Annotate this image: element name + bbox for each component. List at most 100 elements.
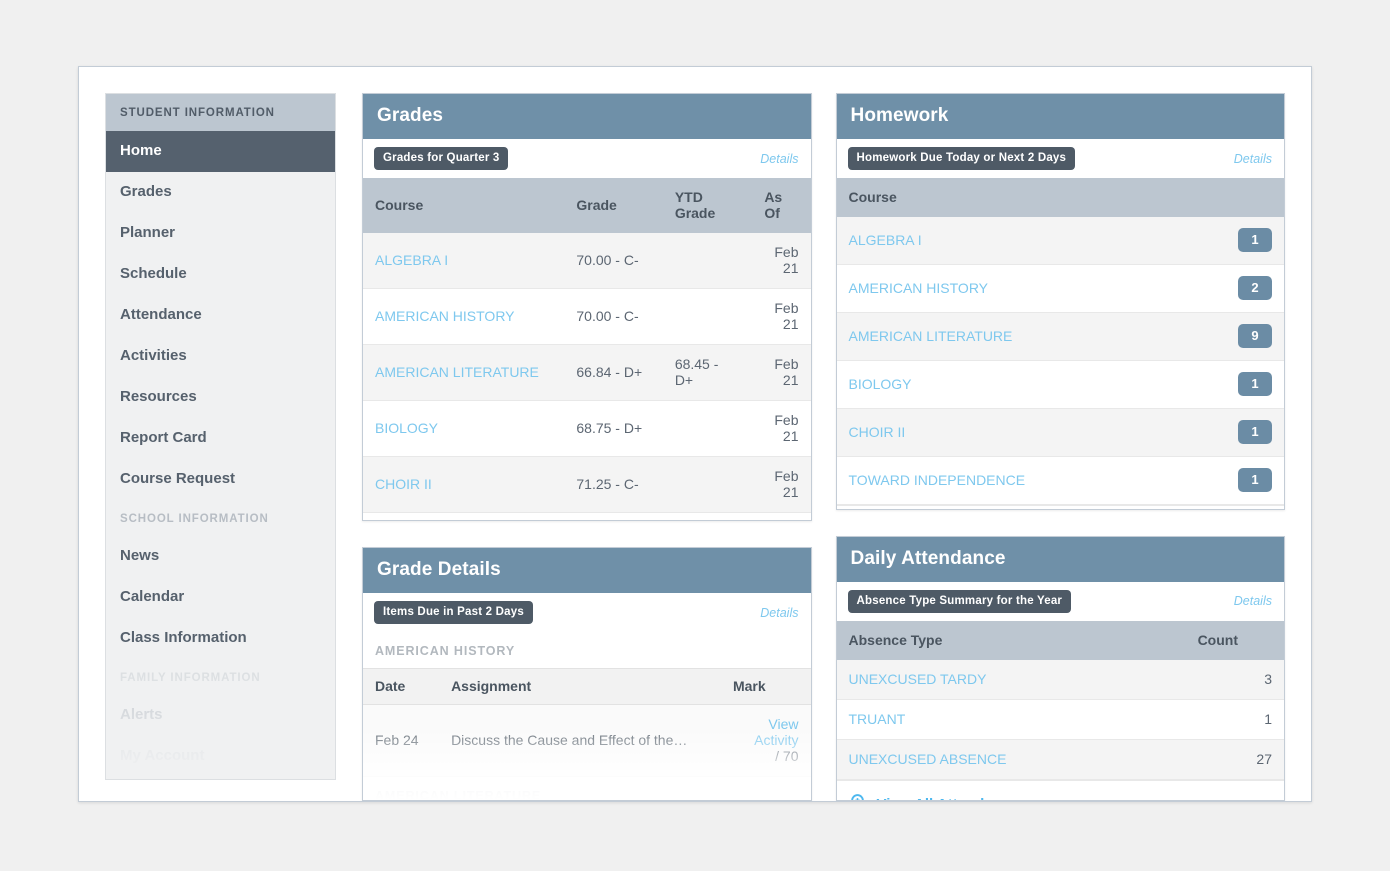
grade-details-details-link[interactable]: Details xyxy=(760,606,798,620)
sidebar-item-alerts[interactable]: Alerts xyxy=(106,695,335,736)
grades-ytd-value xyxy=(663,401,753,457)
sidebar-item-label: Grades xyxy=(120,183,172,200)
table-row[interactable]: BIOLOGY 1 xyxy=(836,360,1284,409)
sidebar: STUDENT INFORMATION Home Grades Planner … xyxy=(105,93,336,780)
grade-details-panel: Grade Details Items Due in Past 2 Days D… xyxy=(362,547,812,801)
sidebar-item-student-contacts[interactable]: Student Contacts xyxy=(106,777,335,779)
grades-course-link[interactable]: BIOLOGY xyxy=(363,401,564,457)
homework-panel: Homework Homework Due Today or Next 2 Da… xyxy=(835,93,1285,510)
grades-grade-value: 66.84 - D+ xyxy=(576,364,643,380)
sidebar-item-label: Alerts xyxy=(120,706,163,723)
sidebar-item-course-request[interactable]: Course Request xyxy=(106,459,335,500)
grades-course-link[interactable]: CHOIR II xyxy=(363,457,564,513)
sidebar-item-schedule[interactable]: Schedule xyxy=(106,254,335,295)
view-all-attendance-label: View All Attendance xyxy=(877,796,1019,800)
attendance-table-header-row: Absence Type Count xyxy=(836,620,1284,660)
attendance-panel-subheader: Absence Type Summary for the Year Detail… xyxy=(836,581,1284,621)
attendance-table: Absence Type Count UNEXCUSED TARDY 3 TRU… xyxy=(836,620,1284,780)
grade-details-group-label: AMERICAN HISTORY xyxy=(363,632,811,669)
grades-as-of-value: Feb 21 xyxy=(774,412,799,444)
sidebar-section-student-information: STUDENT INFORMATION xyxy=(106,94,335,131)
homework-panel-subheader: Homework Due Today or Next 2 Days Detail… xyxy=(836,139,1284,178)
sidebar-item-attendance[interactable]: Attendance xyxy=(106,295,335,336)
view-activity-link[interactable]: View Activity xyxy=(754,716,798,748)
grade-details-table-american-history: Date Assignment Mark Feb 24 Discuss the … xyxy=(363,668,811,777)
table-row[interactable]: AMERICAN HISTORY 2 xyxy=(836,264,1284,313)
homework-count-cell: 2 xyxy=(1186,265,1284,313)
homework-course-link[interactable]: BIOLOGY xyxy=(837,361,1186,409)
sidebar-item-label: Class Information xyxy=(120,629,247,646)
grade-details-col-assignment: Assignment xyxy=(439,668,721,706)
grades-ytd-value xyxy=(663,513,753,521)
grades-course-link[interactable]: ALGEBRA I xyxy=(363,233,564,289)
grades-col-grade: Grade xyxy=(564,178,663,233)
grades-ytd-value xyxy=(663,289,753,345)
homework-course-link[interactable]: AMERICAN LITERATURE xyxy=(837,313,1186,361)
homework-filter-chip[interactable]: Homework Due Today or Next 2 Days xyxy=(847,147,1076,170)
table-row[interactable]: AMERICAN HISTORY 70.00 - C- Feb 21 xyxy=(363,288,811,345)
grades-details-link[interactable]: Details xyxy=(760,152,798,166)
grades-grade-value: 71.25 - C- xyxy=(576,476,639,492)
sidebar-item-label: Activities xyxy=(120,347,187,364)
attendance-type-link[interactable]: TRUANT xyxy=(837,699,1186,739)
grades-col-ytd-grade: YTD Grade xyxy=(662,178,753,233)
grades-course-link[interactable]: AMERICAN LITERATURE xyxy=(363,345,564,401)
homework-count-badge: 9 xyxy=(1238,324,1272,348)
view-all-homework-button[interactable]: View All Homework xyxy=(836,505,1284,509)
grades-panel: Grades Grades for Quarter 3 Details Cour… xyxy=(362,93,812,522)
sidebar-item-report-card[interactable]: Report Card xyxy=(106,418,335,459)
table-row[interactable]: AMERICAN LITERATURE 9 xyxy=(836,312,1284,361)
grades-as-of-value: Feb 21 xyxy=(774,356,799,388)
table-row[interactable]: UNEXCUSED ABSENCE 27 xyxy=(836,739,1284,780)
attendance-filter-chip[interactable]: Absence Type Summary for the Year xyxy=(847,589,1072,613)
table-row[interactable]: ALGEBRA I 1 xyxy=(836,217,1284,265)
attendance-type-link[interactable]: UNEXCUSED TARDY xyxy=(837,660,1186,700)
sidebar-item-activities[interactable]: Activities xyxy=(106,336,335,377)
attendance-col-count: Count xyxy=(1185,620,1284,660)
grade-details-scroll-area[interactable]: AMERICAN HISTORY Date Assignment Mark Fe… xyxy=(363,632,811,801)
sidebar-item-news[interactable]: News xyxy=(106,536,335,577)
sidebar-item-home[interactable]: Home xyxy=(106,131,335,172)
grades-col-as-of: As Of xyxy=(752,178,811,233)
daily-attendance-panel: Daily Attendance Absence Type Summary fo… xyxy=(835,535,1285,801)
sidebar-item-my-account[interactable]: My Account xyxy=(106,736,335,777)
table-row[interactable]: TRUANT 1 xyxy=(836,699,1284,740)
table-row[interactable]: AMERICAN LITERATURE 66.84 - D+ 68.45 - D… xyxy=(363,344,811,401)
grade-details-filter-chip[interactable]: Items Due in Past 2 Days xyxy=(374,601,533,625)
sidebar-item-class-information[interactable]: Class Information xyxy=(106,618,335,659)
homework-count-cell: 9 xyxy=(1186,313,1284,361)
grades-course-link[interactable]: AMERICAN HISTORY xyxy=(363,289,564,345)
table-row[interactable]: CHOIR II 71.25 - C- Feb 21 xyxy=(363,456,811,513)
view-all-attendance-button[interactable]: View All Attendance xyxy=(836,779,1284,800)
attendance-type-link[interactable]: UNEXCUSED ABSENCE xyxy=(837,739,1186,779)
table-row[interactable]: UNEXCUSED TARDY 3 xyxy=(836,659,1284,700)
homework-course-link[interactable]: AMERICAN HISTORY xyxy=(837,265,1186,313)
homework-course-link[interactable]: ALGEBRA I xyxy=(837,217,1186,265)
sidebar-item-planner[interactable]: Planner xyxy=(106,213,335,254)
table-row[interactable]: Feb 24 Discuss the Cause and Effect of t… xyxy=(363,704,811,777)
sidebar-item-label: Home xyxy=(120,142,162,159)
sidebar-item-resources[interactable]: Resources xyxy=(106,377,335,418)
homework-count-cell: 1 xyxy=(1186,217,1284,265)
sidebar-item-calendar[interactable]: Calendar xyxy=(106,577,335,618)
sidebar-item-grades[interactable]: Grades xyxy=(106,172,335,213)
sidebar-item-label: Planner xyxy=(120,224,176,241)
table-row[interactable]: ALGEBRA I 70.00 - C- Feb 21 xyxy=(363,233,811,289)
grades-as-of-value: Feb 21 xyxy=(774,244,799,276)
table-row[interactable]: TOWARD INDEPENDENCE 1 xyxy=(836,456,1284,505)
grade-details-mark-cell: View Activity / 70 xyxy=(721,705,811,777)
homework-course-link[interactable]: TOWARD INDEPENDENCE xyxy=(837,457,1186,505)
grades-grade-value: 70.00 - C- xyxy=(576,252,639,268)
homework-details-link[interactable]: Details xyxy=(1234,152,1272,166)
table-row[interactable]: TOWARD INDEPENDENCE 66.25 - D Feb 21 xyxy=(363,512,811,521)
homework-count-badge: 1 xyxy=(1238,228,1272,252)
homework-table-header-row: Course xyxy=(836,178,1284,217)
homework-course-link[interactable]: CHOIR II xyxy=(837,409,1186,457)
grades-table: Course Grade YTD Grade As Of ALGEBRA I 7… xyxy=(363,178,811,521)
grades-course-link[interactable]: TOWARD INDEPENDENCE xyxy=(363,513,564,521)
attendance-details-link[interactable]: Details xyxy=(1234,594,1272,608)
table-row[interactable]: CHOIR II 1 xyxy=(836,408,1284,457)
table-row[interactable]: BIOLOGY 68.75 - D+ Feb 21 xyxy=(363,400,811,457)
grades-filter-chip[interactable]: Grades for Quarter 3 xyxy=(374,147,509,170)
page-card: STUDENT INFORMATION Home Grades Planner … xyxy=(78,66,1312,802)
